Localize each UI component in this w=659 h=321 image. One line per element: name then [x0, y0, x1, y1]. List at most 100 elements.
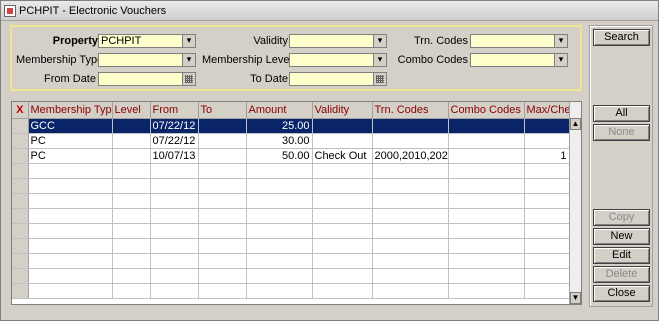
table-cell[interactable] — [312, 268, 373, 284]
table-cell[interactable] — [524, 268, 570, 284]
dropdown-arrow-icon[interactable]: ▾ — [554, 34, 568, 48]
table-cell[interactable] — [312, 238, 373, 254]
table-cell[interactable] — [524, 118, 570, 134]
table-cell[interactable] — [312, 223, 373, 239]
table-cell[interactable] — [112, 268, 151, 284]
table-cell[interactable] — [28, 238, 113, 254]
table-cell[interactable]: PC — [28, 148, 113, 164]
table-cell[interactable] — [312, 208, 373, 224]
column-header[interactable]: From — [150, 102, 199, 119]
empty-table-row[interactable] — [12, 238, 570, 254]
row-selector[interactable] — [12, 223, 29, 239]
table-cell[interactable] — [372, 208, 449, 224]
row-selector[interactable] — [12, 133, 29, 149]
table-cell[interactable] — [150, 283, 199, 299]
to-date-field[interactable] — [289, 72, 375, 86]
empty-table-row[interactable] — [12, 223, 570, 239]
table-cell[interactable] — [28, 268, 113, 284]
table-cell[interactable] — [28, 178, 113, 194]
table-cell[interactable] — [198, 133, 247, 149]
table-cell[interactable] — [524, 238, 570, 254]
table-cell[interactable] — [312, 178, 373, 194]
table-cell[interactable] — [28, 193, 113, 209]
empty-table-row[interactable] — [12, 283, 570, 299]
copy-button[interactable]: Copy — [593, 209, 650, 226]
table-cell[interactable]: 50.00 — [246, 148, 313, 164]
dropdown-arrow-icon[interactable]: ▾ — [182, 53, 196, 67]
table-cell[interactable] — [246, 223, 313, 239]
column-header[interactable]: Combo Codes — [448, 102, 525, 119]
column-header[interactable]: Trn. Codes — [372, 102, 449, 119]
row-selector[interactable] — [12, 268, 29, 284]
combo-codes-field[interactable] — [470, 53, 556, 67]
table-cell[interactable] — [246, 238, 313, 254]
trn-codes-field[interactable] — [470, 34, 556, 48]
property-field[interactable]: PCHPIT — [98, 34, 184, 48]
new-button[interactable]: New — [593, 228, 650, 245]
table-cell[interactable] — [372, 163, 449, 179]
table-cell[interactable] — [312, 253, 373, 269]
table-cell[interactable] — [448, 148, 525, 164]
table-cell[interactable] — [448, 283, 525, 299]
table-cell[interactable] — [246, 163, 313, 179]
row-selector[interactable] — [12, 148, 29, 164]
table-cell[interactable] — [448, 208, 525, 224]
table-cell[interactable] — [524, 208, 570, 224]
table-cell[interactable] — [198, 238, 247, 254]
table-cell[interactable] — [448, 178, 525, 194]
table-cell[interactable] — [28, 253, 113, 269]
table-cell[interactable] — [312, 133, 373, 149]
table-cell[interactable] — [246, 268, 313, 284]
table-cell[interactable] — [28, 283, 113, 299]
table-cell[interactable] — [150, 238, 199, 254]
table-cell[interactable] — [246, 178, 313, 194]
table-cell[interactable] — [112, 208, 151, 224]
table-cell[interactable] — [28, 223, 113, 239]
table-cell[interactable] — [112, 133, 151, 149]
validity-field[interactable] — [289, 34, 375, 48]
row-selector[interactable] — [12, 193, 29, 209]
table-cell[interactable] — [112, 178, 151, 194]
column-header[interactable]: Max/Check — [524, 102, 570, 119]
table-cell[interactable] — [150, 193, 199, 209]
table-cell[interactable]: Check Out — [312, 148, 373, 164]
table-cell[interactable] — [198, 253, 247, 269]
table-cell[interactable] — [112, 238, 151, 254]
table-cell[interactable] — [198, 163, 247, 179]
select-none-button[interactable]: None — [593, 124, 650, 141]
table-cell[interactable] — [448, 163, 525, 179]
table-cell[interactable] — [524, 223, 570, 239]
dropdown-arrow-icon[interactable]: ▾ — [554, 53, 568, 67]
column-header[interactable]: To — [198, 102, 247, 119]
empty-table-row[interactable] — [12, 193, 570, 209]
table-cell[interactable] — [524, 253, 570, 269]
table-cell[interactable] — [312, 118, 373, 134]
column-header[interactable]: Level — [112, 102, 151, 119]
table-cell[interactable] — [372, 253, 449, 269]
vouchers-grid[interactable]: X Membership Type Level From To Amount V… — [11, 101, 582, 305]
table-cell[interactable] — [198, 118, 247, 134]
table-cell[interactable] — [150, 178, 199, 194]
row-selector[interactable] — [12, 208, 29, 224]
table-cell[interactable] — [372, 118, 449, 134]
table-cell[interactable] — [372, 283, 449, 299]
table-cell[interactable]: 25.00 — [246, 118, 313, 134]
table-cell[interactable] — [372, 178, 449, 194]
table-cell[interactable] — [112, 118, 151, 134]
table-cell[interactable] — [524, 178, 570, 194]
table-cell[interactable] — [150, 163, 199, 179]
table-cell[interactable] — [372, 223, 449, 239]
table-cell[interactable] — [198, 178, 247, 194]
table-cell[interactable] — [198, 268, 247, 284]
table-cell[interactable] — [448, 238, 525, 254]
empty-table-row[interactable] — [12, 178, 570, 194]
membership-level-field[interactable] — [289, 53, 375, 67]
table-cell[interactable] — [246, 283, 313, 299]
column-header[interactable]: Validity — [312, 102, 373, 119]
row-selector[interactable] — [12, 253, 29, 269]
table-row[interactable]: PC 10/07/13 50.00 Check Out 2000,2010,2020 1 — [12, 148, 570, 164]
membership-type-field[interactable] — [98, 53, 184, 67]
table-cell[interactable] — [198, 208, 247, 224]
table-row[interactable]: PC 07/22/12 30.00 — [12, 133, 570, 149]
table-cell[interactable] — [246, 253, 313, 269]
